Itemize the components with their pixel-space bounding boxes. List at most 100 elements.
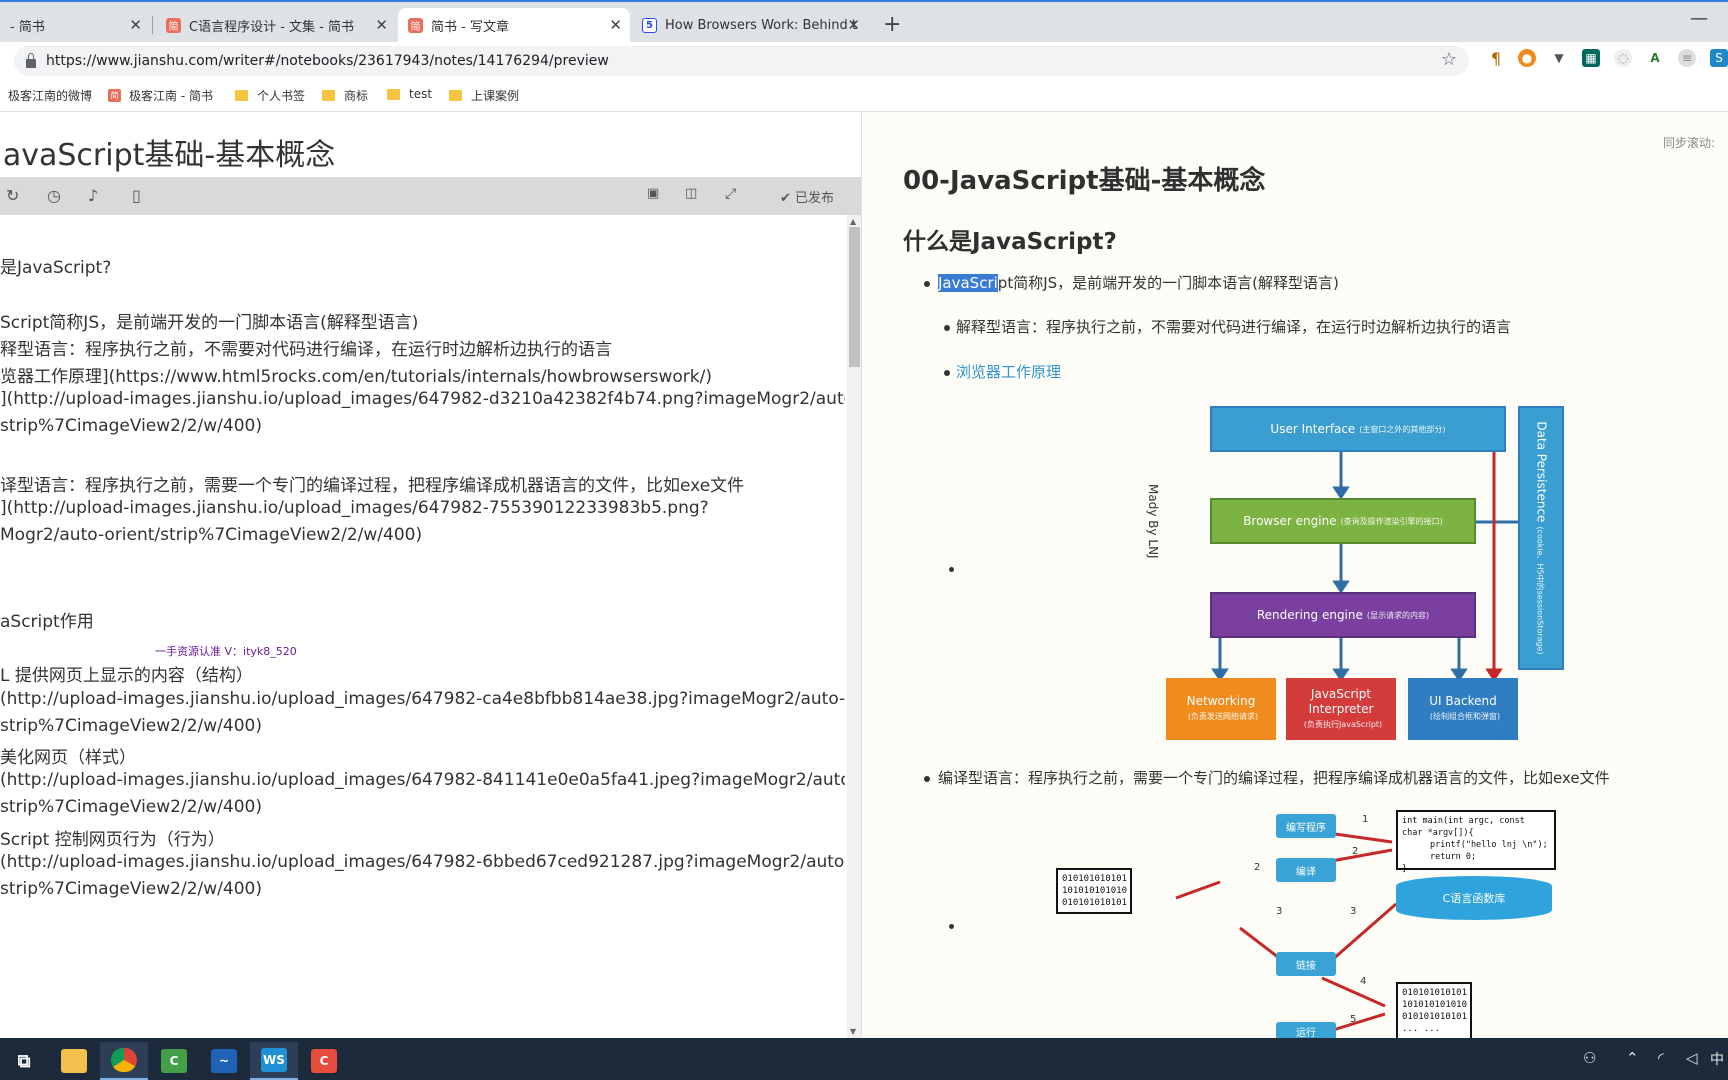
scroll-down-icon[interactable]: ▼ <box>850 1027 856 1036</box>
editor-line: (http://upload-images.jianshu.io/upload_… <box>0 689 845 709</box>
split-view-icon[interactable]: ◫ <box>685 186 697 201</box>
scrollbar-thumb[interactable] <box>849 227 860 367</box>
tab-label: - 简书 <box>10 19 45 35</box>
webstorm-button[interactable]: WS <box>250 1042 298 1080</box>
bookmark-label: 上课案例 <box>471 89 520 103</box>
write-program-step: 编写程序 <box>1276 814 1336 838</box>
box-label: Interpreter <box>1308 701 1374 716</box>
box-sublabel: (查询及操作渲染引擎的接口) <box>1340 516 1443 526</box>
author-label: Mady By LNJ <box>1142 484 1162 584</box>
font-extension-icon[interactable]: A <box>1646 49 1664 67</box>
bookmarks-bar: 极客江南的微博 简 极客江南 - 简书 个人书签 商标 test 上课案例 <box>0 80 1728 112</box>
tab-write-article[interactable]: 简 简书 - 写文章 ✕ <box>398 8 630 42</box>
code-line: printf("hello lnj \n"); <box>1430 840 1548 850</box>
editor-line: Script 控制网页行为（行为） <box>0 830 225 850</box>
save-icon[interactable]: ▣ <box>647 186 659 201</box>
editor-scrollbar[interactable]: ▲ ▼ <box>847 215 861 1038</box>
photo-app-button[interactable]: ~ <box>200 1042 248 1080</box>
red-app-icon: C <box>311 1049 337 1073</box>
tab-strip: - 简书 ✕ 简 C语言程序设计 - 文集 - 简书 ✕ 简 简书 - 写文章 … <box>0 0 1728 42</box>
tab-label: 简书 - 写文章 <box>431 19 509 35</box>
minimize-window-button[interactable]: — <box>1690 8 1708 29</box>
close-tab-icon[interactable]: ✕ <box>375 16 388 34</box>
preview-paragraph-1: JavaScript简称JS，是前端开发的一门脚本语言(解释型语言) <box>924 272 1339 293</box>
editor-text-area[interactable]: 是JavaScript? Script简称JS，是前端开发的一门脚本语言(解释型… <box>0 215 845 1038</box>
binary-line: 010101010101 <box>1402 1012 1468 1022</box>
new-tab-button[interactable]: + <box>883 12 901 37</box>
step-number: 5 <box>1350 1014 1356 1025</box>
html5-icon: 5 <box>642 17 657 33</box>
network-icon[interactable]: ◜ <box>1658 1049 1664 1067</box>
tab-jianshu-home[interactable]: - 简书 ✕ <box>0 8 150 42</box>
sync-scroll-label[interactable]: 同步滚动: <box>1663 134 1715 151</box>
binary-line: ... ... <box>1402 1024 1440 1034</box>
close-tab-icon[interactable]: ✕ <box>847 16 860 34</box>
box-sublabel: (负责发送网络请求) <box>1187 712 1259 721</box>
gray-extension-icon[interactable]: ≡ <box>1678 49 1696 67</box>
box-label: Data Persistence <box>1535 421 1549 523</box>
paragraph-text: pt简称JS，是前端开发的一门脚本语言(解释型语言) <box>997 274 1339 292</box>
expand-icon[interactable]: ⤢ <box>725 186 736 202</box>
bookmark-weibo[interactable]: 极客江南的微博 <box>8 87 92 104</box>
volume-icon[interactable]: ◁ <box>1686 1049 1698 1067</box>
editor-line: (http://upload-images.jianshu.io/upload_… <box>0 770 845 790</box>
windows-taskbar: ⧉ C ~ WS C ⚇ ⌃ ◜ ◁ 中 <box>0 1038 1728 1080</box>
box-label: Rendering engine <box>1256 607 1363 622</box>
red-app-button[interactable]: C <box>300 1042 348 1080</box>
browser-principle-link[interactable]: 浏览器工作原理 <box>944 361 1061 382</box>
binary-line: 101010101010 <box>1402 1000 1468 1010</box>
tab-c-programming[interactable]: 简 C语言程序设计 - 文集 - 简书 ✕ <box>156 8 396 42</box>
vue-extension-icon[interactable]: ▼ <box>1550 49 1568 67</box>
rotated-label: Data Persistence (cookie、H5中的sessionStora… <box>1533 421 1549 654</box>
chrome-button[interactable] <box>100 1042 148 1080</box>
bookmark-folder-class[interactable]: 上课案例 <box>449 87 519 104</box>
file-explorer-button[interactable] <box>50 1042 98 1080</box>
address-bar[interactable]: https://www.jianshu.com/writer#/notebook… <box>14 46 1469 76</box>
blue-extension-icon[interactable]: S <box>1710 49 1728 67</box>
jianshu-icon: 简 <box>108 89 121 102</box>
binary-line: 010101010101 <box>1402 988 1468 998</box>
grid-extension-icon[interactable]: ▦ <box>1582 49 1600 67</box>
bookmark-folder-test[interactable]: test <box>387 87 432 101</box>
task-view-button[interactable]: ⧉ <box>0 1042 48 1080</box>
ghost-extension-icon[interactable]: ◌ <box>1614 49 1632 67</box>
note-title-input[interactable]: JavaScript基础-基本概念 <box>0 130 335 174</box>
close-tab-icon[interactable]: ✕ <box>609 16 622 34</box>
bookmark-star-icon[interactable]: ☆ <box>1441 49 1457 70</box>
refresh-icon[interactable]: ↻ <box>6 186 19 205</box>
document-icon[interactable]: ▯ <box>132 186 141 205</box>
history-icon[interactable]: ◷ <box>47 186 61 205</box>
people-icon[interactable]: ⚇ <box>1583 1049 1596 1067</box>
window-top-border <box>0 0 1728 2</box>
photo-app-icon: ~ <box>211 1049 237 1073</box>
speaker-icon[interactable]: ♪ <box>88 186 98 205</box>
networking-box: Networking (负责发送网络请求) <box>1166 678 1276 740</box>
step-number: 2 <box>1254 862 1260 873</box>
bookmark-folder-trademark[interactable]: 商标 <box>322 87 368 104</box>
ime-indicator[interactable]: 中 <box>1710 1049 1724 1069</box>
bookmark-label: 商标 <box>344 89 369 103</box>
tab-how-browsers-work[interactable]: 5 How Browsers Work: Behind th ✕ <box>632 8 868 42</box>
bookmark-folder-personal[interactable]: 个人书签 <box>235 87 305 104</box>
published-label: 已发布 <box>795 191 835 206</box>
bookmark-jianshu[interactable]: 简 极客江南 - 简书 <box>108 87 213 104</box>
compile-process-diagram: 1 2 2 3 3 4 5 编写程序 编译 链接 运行 int main(int… <box>1056 808 1580 1040</box>
binary-line: 010101010101 <box>1062 898 1128 908</box>
browser-architecture-diagram: User Interface (主窗口之外的其他部分) Browser engin… <box>1090 404 1570 744</box>
green-app-button[interactable]: C <box>150 1042 198 1080</box>
orange-extension-icon[interactable]: ● <box>1518 49 1536 67</box>
editor-line: strip%7CimageView2/2/w/400) <box>0 879 262 899</box>
executable-box: 010101010101 101010101010 010101010101 .… <box>1396 982 1472 1040</box>
paragraph-extension-icon[interactable]: ¶ <box>1487 49 1505 68</box>
scroll-up-icon[interactable]: ▲ <box>850 217 856 226</box>
url-text[interactable]: https://www.jianshu.com/writer#/notebook… <box>46 53 609 69</box>
published-status[interactable]: ✔ 已发布 <box>780 187 834 206</box>
chevron-up-icon[interactable]: ⌃ <box>1626 1049 1639 1067</box>
editor-line: 览器工作原理](https://www.html5rocks.com/en/tu… <box>0 367 712 387</box>
box-sublabel: (主窗口之外的其他部分) <box>1359 424 1446 434</box>
ui-backend-box: UI Backend (绘制组合框和弹窗) <box>1408 678 1518 740</box>
selected-text: JavaScri <box>938 274 998 292</box>
editor-line: 美化网页（样式） <box>0 748 136 768</box>
lock-icon[interactable] <box>26 52 36 68</box>
close-tab-icon[interactable]: ✕ <box>129 16 142 34</box>
